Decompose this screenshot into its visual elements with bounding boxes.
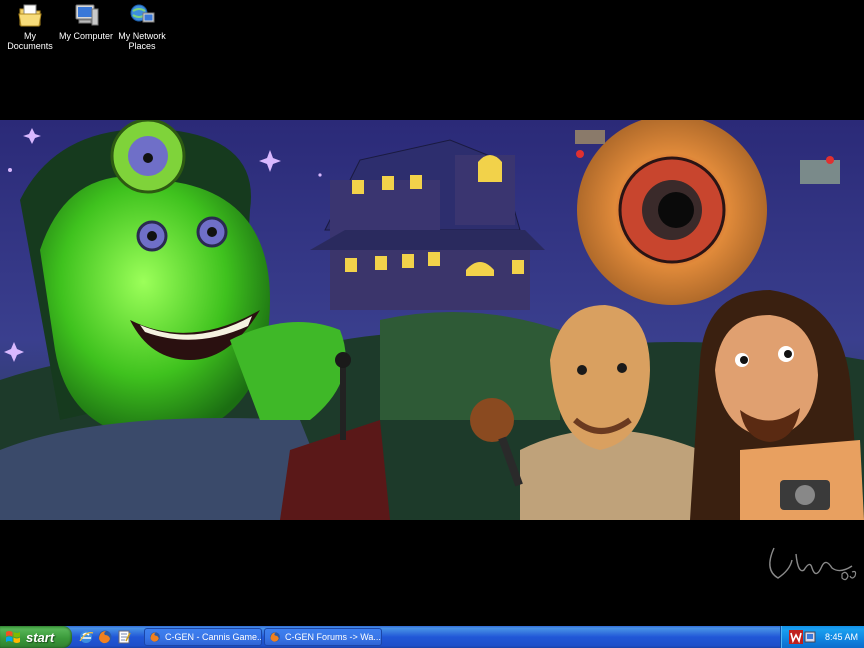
quick-launch-bar bbox=[78, 629, 132, 645]
network-icon[interactable] bbox=[804, 631, 816, 643]
internet-explorer-icon[interactable] bbox=[78, 629, 94, 645]
desktop: My Documents My Computer My Network Plac… bbox=[0, 0, 864, 626]
system-tray: 8:45 AM bbox=[780, 626, 864, 648]
start-label: start bbox=[26, 629, 55, 645]
my-documents-icon bbox=[18, 4, 42, 27]
system-clock[interactable]: 8:45 AM bbox=[825, 632, 858, 642]
my-network-places-icon bbox=[130, 4, 155, 23]
firefox-icon bbox=[150, 632, 160, 642]
task-label: C-GEN Forums -> Wa... bbox=[285, 632, 381, 642]
start-button[interactable]: start bbox=[0, 626, 72, 648]
windows-logo-icon bbox=[6, 631, 20, 643]
taskbar: start C-GEN - Cannis Game... C-GEN Forum… bbox=[0, 626, 864, 648]
desktop-icon-my-documents[interactable]: My Documents bbox=[0, 0, 60, 51]
task-label: C-GEN - Cannis Game... bbox=[165, 632, 261, 642]
firefox-icon[interactable] bbox=[97, 629, 113, 645]
desktop-icon-my-network-places[interactable]: My Network Places bbox=[112, 0, 172, 51]
word-icon[interactable] bbox=[789, 630, 803, 644]
desktop-icon-label: My Computer bbox=[58, 31, 113, 41]
desktop-icon-label: My Documents bbox=[7, 31, 53, 51]
notepad-icon[interactable] bbox=[116, 629, 132, 645]
desktop-icon-my-computer[interactable]: My Computer bbox=[56, 0, 116, 41]
taskbar-window-button[interactable]: C-GEN Forums -> Wa... bbox=[264, 628, 382, 646]
firefox-icon bbox=[270, 632, 280, 642]
desktop-icon-label: My Network Places bbox=[118, 31, 166, 51]
artist-signature bbox=[769, 547, 857, 581]
taskbar-window-button[interactable]: C-GEN - Cannis Game... bbox=[144, 628, 262, 646]
wallpaper-illustration bbox=[0, 120, 864, 520]
my-computer-icon bbox=[75, 4, 99, 26]
